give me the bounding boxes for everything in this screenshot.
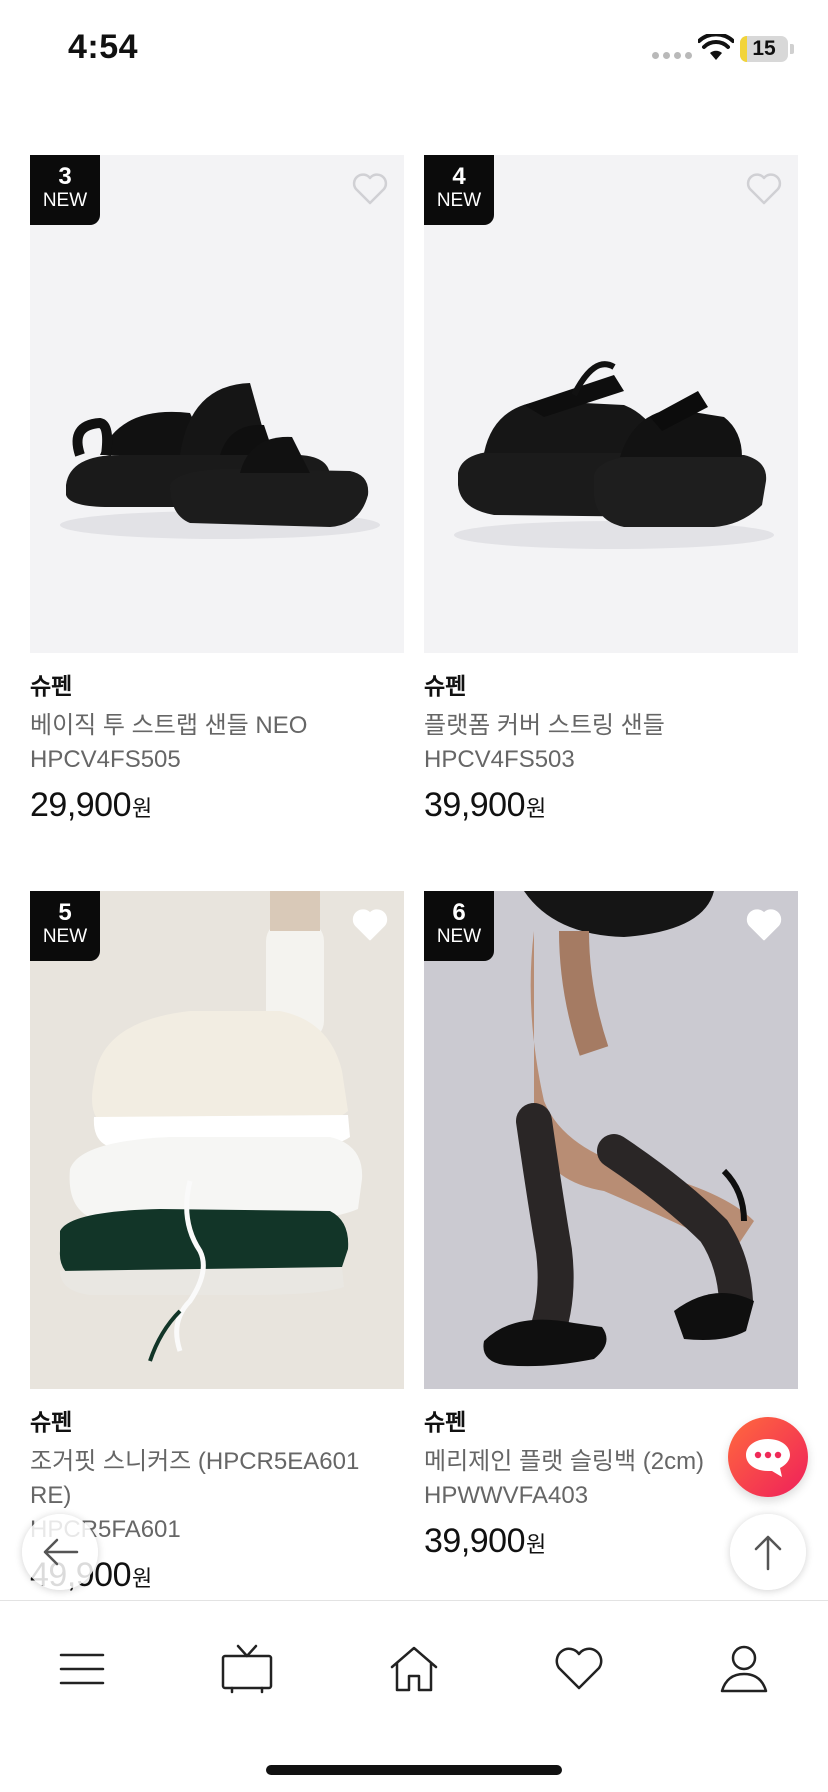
rank-number: 4 — [452, 163, 466, 190]
home-indicator — [266, 1765, 562, 1775]
product-name[interactable]: 조거핏 스니커즈 (HPCR5EA601 RE) — [30, 1445, 404, 1513]
slingback-image — [424, 891, 798, 1389]
battery-nub — [790, 44, 794, 54]
heart-icon[interactable] — [744, 905, 784, 945]
rank-badge: 6 NEW — [424, 891, 494, 961]
price-currency: 원 — [132, 1566, 152, 1591]
battery-icon: 15 — [740, 36, 788, 62]
chat-bubble-icon — [746, 1439, 790, 1477]
new-tag: NEW — [42, 926, 88, 947]
battery-level: 15 — [752, 37, 776, 60]
product-image[interactable]: 3 NEW — [30, 155, 404, 653]
nav-home[interactable] — [384, 1639, 444, 1699]
heart-icon[interactable] — [744, 169, 784, 209]
rank-badge: 5 NEW — [30, 891, 100, 961]
price-value: 39,900 — [424, 786, 526, 824]
nav-menu[interactable] — [52, 1639, 112, 1699]
scroll-top-button[interactable] — [730, 1514, 806, 1590]
cellular-signal-icon — [652, 52, 692, 59]
user-icon — [720, 1645, 768, 1693]
product-image[interactable]: 5 NEW — [30, 891, 404, 1389]
product-grid: 3 NEW 슈펜 베이직 투 스트랩 샌들 NEO HPCV4FS505 29,… — [30, 155, 798, 1627]
heart-icon[interactable] — [350, 905, 390, 945]
rank-number: 6 — [452, 899, 466, 926]
rank-number: 5 — [58, 899, 72, 926]
heart-icon — [555, 1647, 603, 1690]
wifi-icon — [698, 34, 734, 60]
status-bar: 4:54 15 — [0, 0, 828, 100]
new-tag: NEW — [436, 190, 482, 211]
product-card[interactable]: 5 NEW 슈펜 조거핏 스니커즈 (HPCR5EA601 RE) HPCR5F… — [30, 891, 404, 1627]
sandal-image — [60, 383, 380, 539]
product-card[interactable]: 6 NEW 슈펜 메리제인 플랫 슬링백 (2cm) HPWWVFA403 39… — [424, 891, 798, 1627]
product-name[interactable]: 베이직 투 스트랩 샌들 NEO — [30, 709, 404, 743]
menu-icon — [59, 1653, 105, 1685]
product-card[interactable]: 4 NEW 슈펜 플랫폼 커버 스트링 샌들 HPCV4FS503 39,900… — [424, 155, 798, 891]
price-value: 29,900 — [30, 786, 132, 824]
back-button[interactable] — [22, 1514, 98, 1590]
price-currency: 원 — [526, 1532, 546, 1557]
product-price: 29,900원 — [30, 785, 404, 829]
arrow-left-icon — [43, 1538, 79, 1566]
rank-number: 3 — [58, 163, 72, 190]
product-name[interactable]: 플랫폼 커버 스트링 샌들 — [424, 709, 798, 743]
price-currency: 원 — [526, 796, 546, 821]
product-image[interactable]: 6 NEW — [424, 891, 798, 1389]
product-brand: 슈펜 — [424, 673, 467, 699]
product-brand: 슈펜 — [30, 1409, 73, 1435]
rank-badge: 3 NEW — [30, 155, 100, 225]
product-brand: 슈펜 — [30, 673, 73, 699]
home-icon — [390, 1646, 438, 1692]
product-card[interactable]: 3 NEW 슈펜 베이직 투 스트랩 샌들 NEO HPCV4FS505 29,… — [30, 155, 404, 891]
product-code: HPCV4FS505 — [30, 746, 181, 773]
price-value: 39,900 — [424, 1522, 526, 1560]
price-currency: 원 — [132, 796, 152, 821]
nav-tv[interactable] — [217, 1639, 277, 1699]
new-tag: NEW — [436, 926, 482, 947]
bottom-nav — [0, 1600, 828, 1792]
nav-mypage[interactable] — [714, 1639, 774, 1699]
status-time: 4:54 — [68, 28, 139, 66]
product-image[interactable]: 4 NEW — [424, 155, 798, 653]
heart-icon[interactable] — [350, 169, 390, 209]
sandal-image — [454, 361, 774, 549]
tv-icon — [221, 1644, 273, 1694]
product-code: HPCV4FS503 — [424, 746, 575, 773]
product-price: 39,900원 — [424, 785, 798, 829]
rank-badge: 4 NEW — [424, 155, 494, 225]
sneakers-image — [30, 891, 404, 1389]
chat-button[interactable] — [728, 1417, 808, 1497]
new-tag: NEW — [42, 190, 88, 211]
arrow-up-icon — [754, 1535, 782, 1571]
nav-wishlist[interactable] — [549, 1639, 609, 1699]
